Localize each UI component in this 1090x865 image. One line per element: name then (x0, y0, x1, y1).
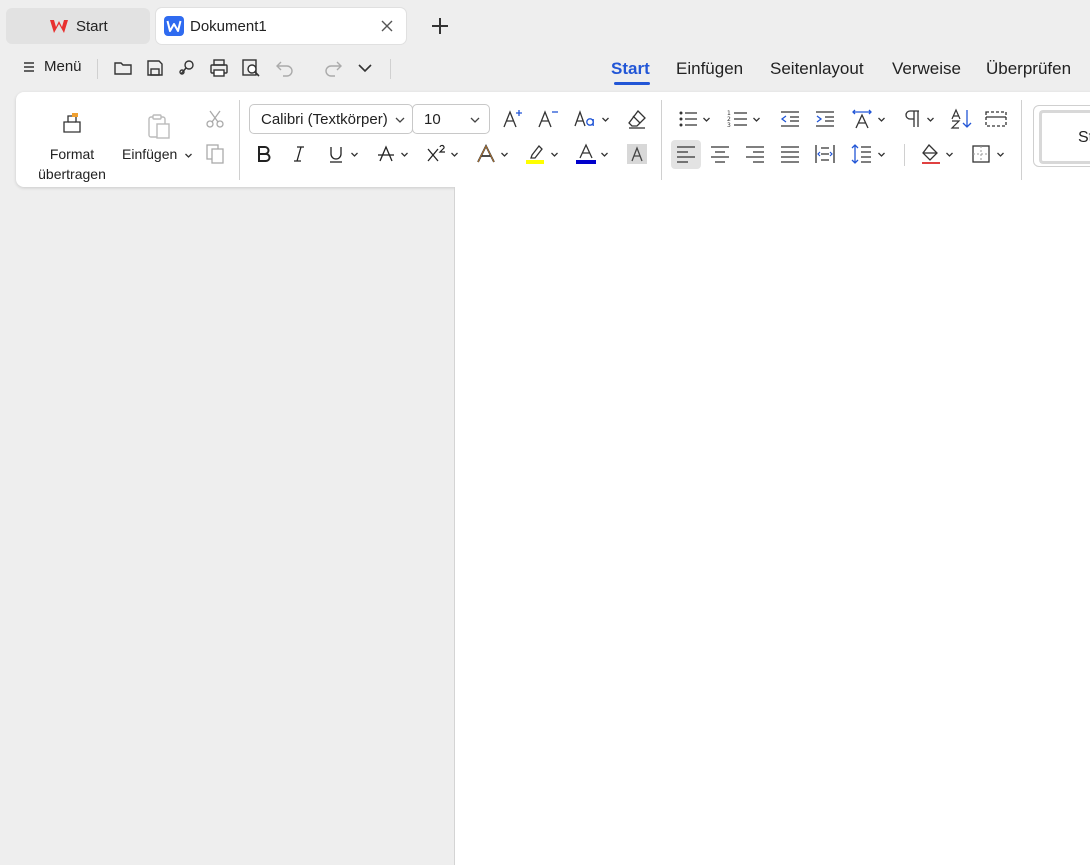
chevron-down-icon[interactable] (877, 150, 886, 159)
redo-icon[interactable] (322, 57, 344, 79)
hamburger-icon (22, 60, 36, 74)
tab-bar: Start Dokument1 (0, 0, 1090, 52)
new-tab-plus-icon[interactable] (428, 14, 452, 38)
menu-label: Menü (44, 58, 82, 75)
font-size-select[interactable]: 10 (412, 104, 490, 134)
superscript-icon[interactable] (425, 142, 449, 166)
wps-logo-icon (49, 16, 69, 36)
font-color-icon[interactable] (574, 142, 598, 166)
divider (904, 144, 905, 166)
tab-start[interactable]: Start (6, 8, 150, 44)
font-name-value: Calibri (Textkörper) (261, 110, 388, 128)
paste-button[interactable]: Einfügen (120, 92, 194, 187)
decrease-indent-icon[interactable] (778, 107, 802, 131)
tab-einfuegen[interactable]: Einfügen (676, 59, 743, 79)
underline-icon[interactable] (324, 142, 348, 166)
format-painter-icon (60, 112, 84, 136)
chevron-down-icon (469, 114, 481, 126)
highlight-color-icon[interactable] (524, 142, 548, 166)
chevron-down-icon[interactable] (702, 115, 711, 124)
tab-start-ribbon[interactable]: Start (611, 59, 650, 79)
close-icon[interactable] (378, 17, 396, 35)
bullet-list-icon[interactable] (676, 107, 700, 131)
font-size-value: 10 (424, 110, 441, 128)
chevron-down-icon[interactable] (500, 150, 509, 159)
print-icon[interactable] (208, 57, 230, 79)
chevron-down-icon[interactable] (600, 150, 609, 159)
export-pdf-icon[interactable] (176, 57, 198, 79)
shrink-font-icon[interactable] (536, 107, 560, 131)
tab-verweise[interactable]: Verweise (892, 59, 961, 79)
grow-font-icon[interactable] (501, 107, 525, 131)
justify-icon[interactable] (778, 142, 802, 166)
paragraph-mark-icon[interactable] (900, 107, 924, 131)
clear-formatting-eraser-icon[interactable] (625, 107, 649, 131)
chevron-down-icon[interactable] (996, 150, 1005, 159)
italic-icon[interactable] (287, 142, 311, 166)
numbered-list-icon[interactable]: 123 (726, 107, 750, 131)
borders-icon[interactable] (969, 142, 993, 166)
divider (661, 100, 662, 180)
change-case-icon[interactable] (573, 107, 597, 131)
show-hide-marks-icon[interactable] (984, 107, 1008, 131)
shading-bucket-icon[interactable] (919, 142, 943, 166)
tab-seitenlayout[interactable]: Seitenlayout (770, 59, 864, 79)
chevron-down-icon[interactable] (945, 150, 954, 159)
divider (1021, 100, 1022, 180)
chevron-down-icon[interactable] (601, 115, 610, 124)
customize-chevron-down-icon[interactable] (354, 57, 376, 79)
divider (390, 59, 391, 79)
ribbon-toolbar: Format übertragen Einfügen Calibri (Text… (16, 92, 1090, 187)
clipboard-icon (144, 112, 170, 139)
tab-document-label: Dokument1 (190, 17, 267, 35)
align-center-icon[interactable] (708, 142, 732, 166)
paste-label: Einfügen (122, 146, 178, 162)
sort-icon[interactable] (950, 107, 974, 131)
svg-text:3: 3 (727, 122, 731, 129)
style-preview-standard[interactable]: Sta (1039, 110, 1090, 164)
undo-icon[interactable] (274, 57, 296, 79)
align-left-icon[interactable] (674, 142, 698, 166)
chevron-down-icon[interactable] (877, 115, 886, 124)
chevron-down-icon[interactable] (350, 150, 359, 159)
text-effects-icon[interactable] (474, 142, 498, 166)
divider (239, 100, 240, 180)
save-icon[interactable] (144, 57, 166, 79)
divider (97, 59, 98, 79)
chevron-down-icon[interactable] (450, 150, 459, 159)
chevron-down-icon[interactable] (400, 150, 409, 159)
print-preview-icon[interactable] (240, 57, 262, 79)
tab-document[interactable]: Dokument1 (156, 8, 406, 44)
strikethrough-icon[interactable] (374, 142, 398, 166)
active-tab-indicator (614, 82, 650, 85)
writer-doc-icon (164, 16, 184, 36)
styles-gallery[interactable]: Sta (1033, 105, 1090, 167)
menu-button[interactable]: Menü (22, 58, 82, 75)
quick-access-bar: Menü Start Einfügen Seitenlayout Verweis… (0, 52, 1090, 86)
align-right-icon[interactable] (743, 142, 767, 166)
bold-icon[interactable] (252, 142, 276, 166)
chevron-down-icon (394, 114, 406, 126)
paste-chevron-down-icon (184, 151, 193, 160)
chevron-down-icon[interactable] (926, 115, 935, 124)
distributed-align-icon[interactable] (813, 142, 837, 166)
line-spacing-icon[interactable] (850, 142, 874, 166)
cut-icon[interactable] (203, 107, 227, 131)
document-page[interactable] (454, 187, 1090, 865)
format-painter-label: Format übertragen (38, 146, 106, 182)
chevron-down-icon[interactable] (752, 115, 761, 124)
character-shading-icon[interactable] (625, 142, 649, 166)
chevron-down-icon[interactable] (550, 150, 559, 159)
increase-indent-icon[interactable] (813, 107, 837, 131)
tab-start-label: Start (76, 17, 108, 35)
open-folder-icon[interactable] (112, 57, 134, 79)
text-direction-icon[interactable] (850, 107, 874, 131)
font-name-select[interactable]: Calibri (Textkörper) (249, 104, 413, 134)
tab-ueberpruefen[interactable]: Überprüfen (986, 59, 1071, 79)
copy-icon[interactable] (203, 142, 227, 166)
format-painter-button[interactable]: Format übertragen (30, 92, 114, 187)
